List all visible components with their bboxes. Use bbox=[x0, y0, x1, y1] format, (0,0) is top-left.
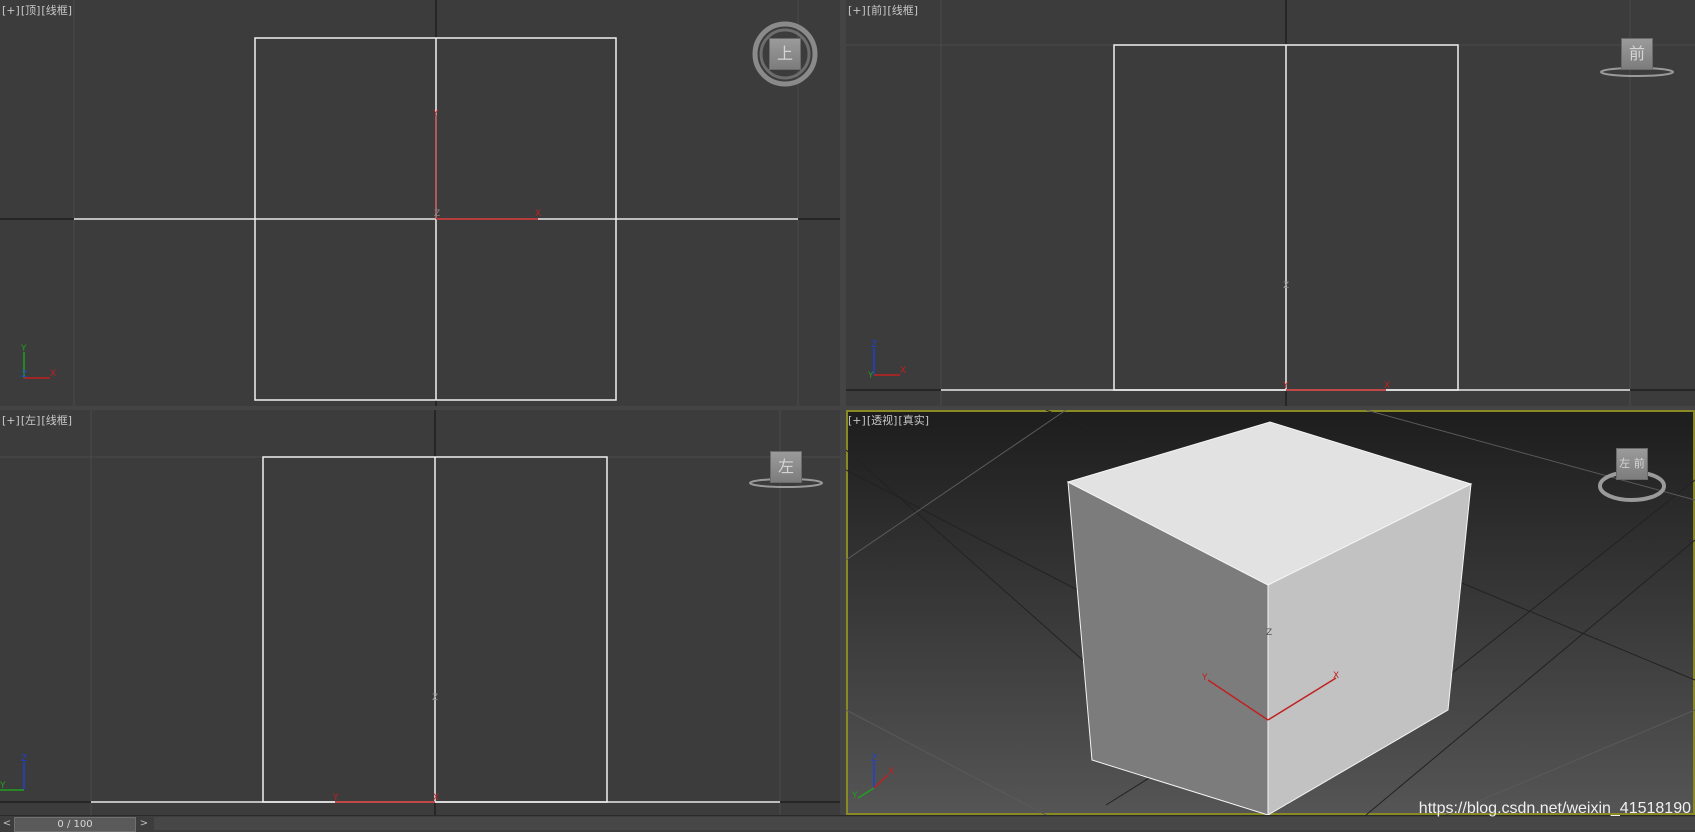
viewport-menu-plus[interactable]: [+] bbox=[848, 414, 866, 427]
svg-text:X: X bbox=[888, 767, 894, 777]
svg-text:X: X bbox=[1333, 671, 1339, 681]
timeline-prev-button[interactable]: < bbox=[1, 818, 13, 830]
viewport-view-name[interactable]: [顶] bbox=[21, 4, 41, 17]
svg-text:X: X bbox=[1384, 381, 1390, 391]
svg-text:Z: Z bbox=[21, 754, 27, 764]
svg-text:Y: Y bbox=[1282, 381, 1289, 391]
viewport-perspective-label[interactable]: [+][透视][真实] bbox=[848, 412, 930, 428]
transform-y-label: Y bbox=[432, 109, 439, 119]
viewport-shading-mode[interactable]: [线框] bbox=[887, 4, 918, 17]
svg-text:Z: Z bbox=[871, 754, 877, 764]
viewcube-perspective[interactable]: 左 前 bbox=[1616, 448, 1648, 480]
viewport-top[interactable]: [+][顶][线框] Y X Z Y X Z 上 bbox=[0, 0, 840, 406]
viewport-front-label[interactable]: [+][前][线框] bbox=[848, 2, 919, 18]
transform-x-label: X bbox=[535, 209, 541, 219]
svg-text:Y: Y bbox=[0, 781, 6, 791]
viewport-view-name[interactable]: [前] bbox=[867, 4, 887, 17]
left-grid: Y X Z Z Y bbox=[0, 410, 840, 815]
viewport-menu-plus[interactable]: [+] bbox=[2, 4, 20, 17]
time-slider[interactable]: 0 / 100 bbox=[14, 817, 136, 832]
svg-text:X: X bbox=[50, 369, 56, 379]
svg-text:Z: Z bbox=[1266, 628, 1272, 638]
svg-text:X: X bbox=[900, 366, 906, 376]
svg-text:Y: Y bbox=[20, 344, 27, 354]
svg-text:Z: Z bbox=[1283, 281, 1289, 291]
svg-text:X: X bbox=[433, 793, 439, 803]
svg-text:Y: Y bbox=[1201, 673, 1208, 683]
timeline-next-button[interactable]: > bbox=[138, 818, 150, 830]
viewcube-front[interactable]: 前 bbox=[1621, 38, 1653, 70]
svg-text:Z: Z bbox=[871, 340, 877, 350]
watermark: https://blog.csdn.net/weixin_41518190 bbox=[1418, 800, 1691, 817]
viewport-shading-mode[interactable]: [线框] bbox=[41, 4, 72, 17]
svg-text:Y: Y bbox=[851, 791, 858, 801]
viewport-shading-mode[interactable]: [线框] bbox=[41, 414, 72, 427]
svg-text:Z: Z bbox=[21, 370, 27, 380]
perspective-scene: Y X Z Z X Y bbox=[846, 410, 1695, 815]
transform-z-label: Z bbox=[434, 209, 440, 219]
viewport-view-name[interactable]: [左] bbox=[21, 414, 41, 427]
svg-text:Y: Y bbox=[867, 371, 874, 381]
top-grid: Y X Z Y X Z bbox=[0, 0, 840, 406]
viewport-menu-plus[interactable]: [+] bbox=[848, 4, 866, 17]
viewport-shading-mode[interactable]: [真实] bbox=[898, 414, 929, 427]
viewport-left[interactable]: [+][左][线框] Y X Z Z Y 左 bbox=[0, 410, 840, 815]
svg-text:Z: Z bbox=[432, 693, 438, 703]
viewcube-top[interactable]: 上 bbox=[769, 38, 801, 70]
viewcube-left[interactable]: 左 bbox=[770, 451, 802, 483]
front-grid: Y X Z Z X Y bbox=[846, 0, 1695, 406]
viewport-view-name[interactable]: [透视] bbox=[867, 414, 898, 427]
viewport-top-label[interactable]: [+][顶][线框] bbox=[2, 2, 73, 18]
viewport-menu-plus[interactable]: [+] bbox=[2, 414, 20, 427]
svg-text:Y: Y bbox=[332, 793, 339, 803]
viewport-front[interactable]: [+][前][线框] Y X Z Z X Y 前 bbox=[846, 0, 1695, 406]
viewport-left-label[interactable]: [+][左][线框] bbox=[2, 412, 73, 428]
viewport-perspective[interactable]: [+][透视][真实] Y X Z Z X Y 左 前 bbox=[846, 410, 1695, 815]
timeline-track[interactable] bbox=[154, 817, 1695, 830]
